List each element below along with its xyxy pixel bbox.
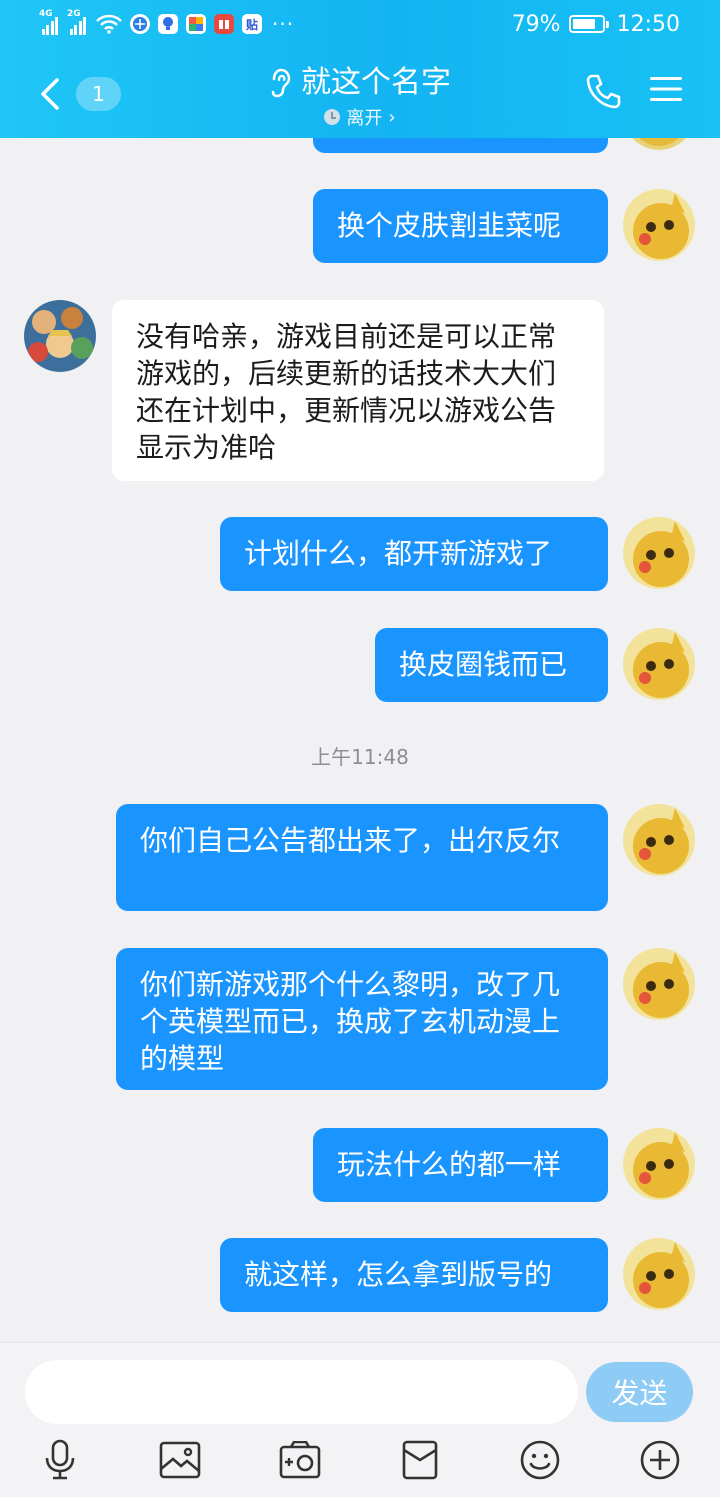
chat-title-text: 就这个名字	[301, 65, 451, 100]
my-avatar[interactable]	[623, 138, 695, 150]
title-bar: 1 就这个名字 离开 ›	[0, 50, 720, 138]
status-bar: 4G 2G 贴 ··· 79% 12:50	[0, 0, 720, 50]
camera-icon	[279, 1441, 321, 1479]
message-bubble-sent[interactable]: 就这样，怎么拿到版号的	[220, 1238, 608, 1312]
more-options-button[interactable]	[635, 1435, 685, 1485]
camera-button[interactable]	[275, 1435, 325, 1485]
wifi-icon	[96, 14, 122, 34]
message-input[interactable]	[25, 1360, 578, 1424]
colorful-app-icon	[186, 14, 206, 34]
contact-avatar[interactable]	[24, 300, 96, 372]
message-bubble-sent[interactable]: 你们自己公告都出来了，出尔反尔	[116, 804, 608, 911]
away-status-icon	[324, 109, 341, 125]
battery-percent: 79%	[511, 11, 561, 37]
pikachu-avatar-image	[623, 138, 695, 150]
message-bubble-sent[interactable]: 换个皮肤割韭菜呢	[313, 189, 608, 263]
plus-icon	[640, 1440, 680, 1480]
emoji-icon	[520, 1440, 560, 1480]
signal-strength-icon: 2G	[67, 9, 86, 35]
my-avatar[interactable]	[623, 948, 695, 1020]
phone-call-button[interactable]	[584, 72, 626, 116]
menu-icon	[650, 77, 682, 101]
pikachu-avatar-image	[623, 189, 695, 261]
red-packet-icon	[402, 1440, 438, 1480]
my-avatar[interactable]	[623, 1128, 695, 1200]
network-type-label: 4G	[39, 9, 53, 19]
input-toolbar	[0, 1435, 720, 1485]
chat-menu-button[interactable]	[648, 74, 688, 114]
ear-icon	[271, 68, 291, 98]
anime-group-avatar-image	[24, 300, 96, 372]
lightbulb-icon	[158, 14, 178, 34]
my-avatar[interactable]	[623, 804, 695, 876]
chat-header: 4G 2G 贴 ··· 79% 12:50 1 就这个名字 离开 ›	[0, 0, 720, 138]
emoji-button[interactable]	[515, 1435, 565, 1485]
tieba-icon: 贴	[242, 14, 262, 34]
message-timestamp: 上午11:48	[311, 745, 409, 769]
signal-strength-icon: 4G	[39, 9, 58, 35]
message-bubble-sent[interactable]: 计划什么，都开新游戏了	[220, 517, 608, 591]
presence-status-text: 离开	[346, 108, 383, 129]
my-avatar[interactable]	[623, 517, 695, 589]
message-bubble-sent[interactable]: 玩法什么的都一样	[313, 1128, 608, 1202]
send-button[interactable]: 发送	[586, 1362, 693, 1422]
pikachu-avatar-image	[623, 517, 695, 589]
status-time: 12:50	[616, 11, 680, 37]
pikachu-avatar-image	[623, 1238, 695, 1310]
microphone-icon	[45, 1439, 75, 1480]
pikachu-avatar-image	[623, 804, 695, 876]
message-bubble-sent[interactable]: 换皮圈钱而已	[375, 628, 608, 702]
my-avatar[interactable]	[623, 189, 695, 261]
presence-status[interactable]: 离开 ›	[324, 104, 396, 130]
phone-icon	[586, 74, 621, 109]
battery-icon	[568, 15, 609, 33]
my-avatar[interactable]	[623, 1238, 695, 1310]
voice-button[interactable]	[35, 1435, 85, 1485]
my-avatar[interactable]	[623, 628, 695, 700]
message-bubble-received[interactable]: 没有哈亲，游戏目前还是可以正常游戏的，后续更新的话技术大大们还在计划中，更新情况…	[112, 300, 604, 481]
browser-icon	[130, 14, 150, 34]
book-icon	[214, 14, 234, 34]
message-bubble-sent[interactable]	[313, 138, 608, 153]
message-list[interactable]: 换个皮肤割韭菜呢 没有哈亲，游戏目前还是可以正常游戏的，后续更新的话技术大大们还…	[0, 138, 720, 1342]
pikachu-avatar-image	[623, 948, 695, 1020]
image-icon	[159, 1441, 201, 1479]
photo-button[interactable]	[155, 1435, 205, 1485]
input-panel: 发送	[0, 1342, 720, 1497]
chat-title[interactable]: 就这个名字	[269, 64, 451, 102]
red-packet-button[interactable]	[395, 1435, 445, 1485]
message-bubble-sent[interactable]: 你们新游戏那个什么黎明，改了几个英模型而已，换成了玄机动漫上的模型	[116, 948, 608, 1090]
chevron-right-icon: ›	[388, 106, 396, 128]
pikachu-avatar-image	[623, 628, 695, 700]
pikachu-avatar-image	[623, 1128, 695, 1200]
network-type-label: 2G	[67, 9, 81, 19]
more-notifications-icon: ···	[272, 12, 295, 36]
